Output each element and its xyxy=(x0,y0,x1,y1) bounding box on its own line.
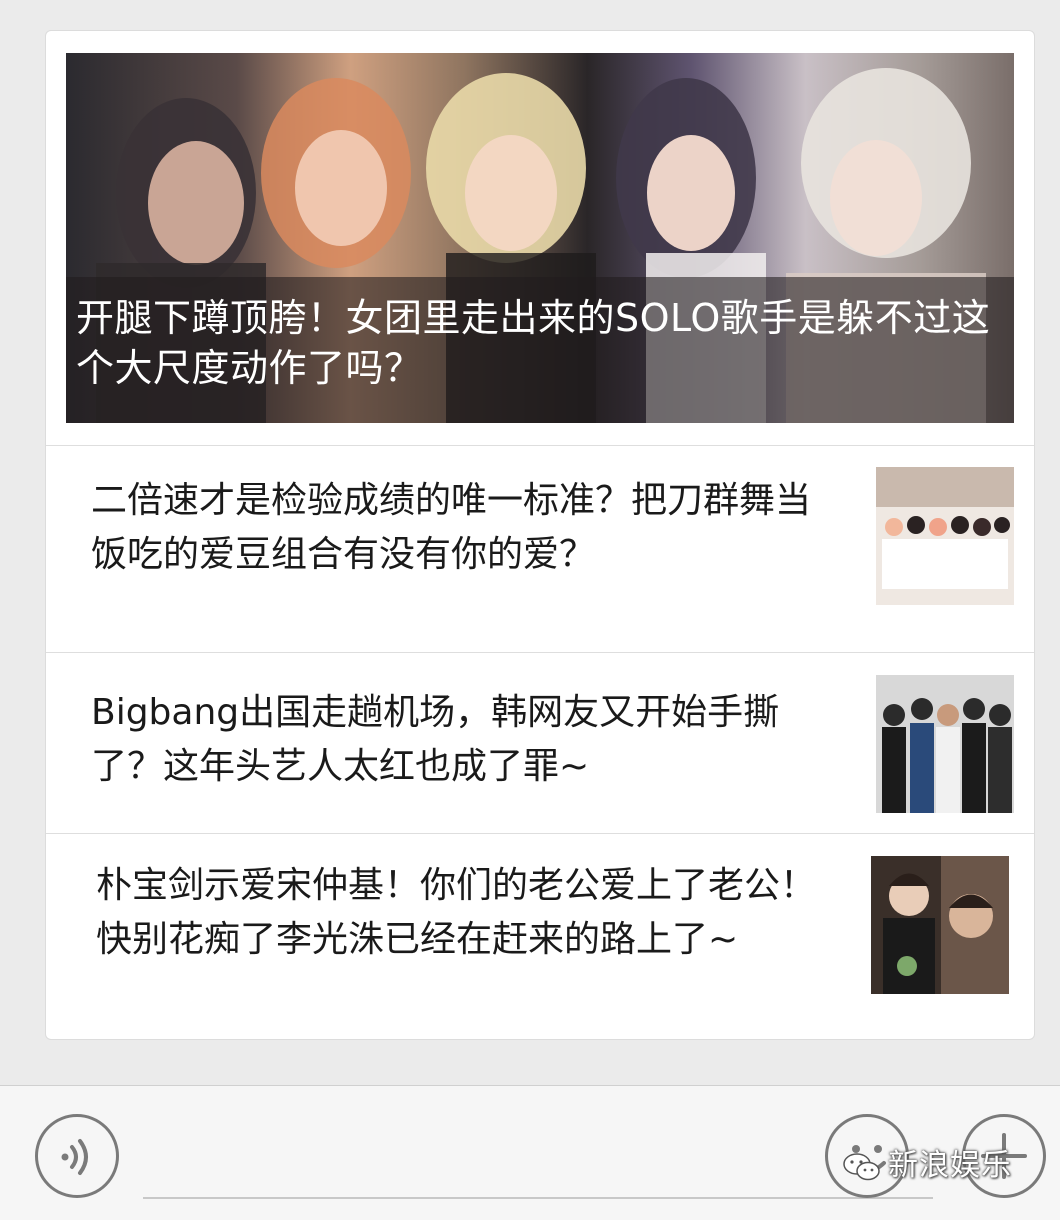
article-item[interactable]: Bigbang出国走趟机场，韩网友又开始手撕了？这年头艺人太红也成了罪~ xyxy=(46,653,1034,833)
news-card: 开腿下蹲顶胯！女团里走出来的SOLO歌手是躲不过这个大尺度动作了吗？ 二倍速才是… xyxy=(45,30,1035,1040)
article-title: 二倍速才是检验成绩的唯一标准？把刀群舞当饭吃的爱豆组合有没有你的爱？ xyxy=(91,480,812,575)
message-input[interactable] xyxy=(143,1197,933,1199)
article-title: Bigbang出国走趟机场，韩网友又开始手撕了？这年头艺人太红也成了罪~ xyxy=(91,692,780,787)
featured-article[interactable]: 开腿下蹲顶胯！女团里走出来的SOLO歌手是躲不过这个大尺度动作了吗？ xyxy=(66,53,1014,423)
watermark: 新浪娱乐 xyxy=(842,1148,1012,1184)
article-title: 朴宝剑示爱宋仲基！你们的老公爱上了老公！快别花痴了李光洙已经在赶来的路上了~ xyxy=(96,865,817,960)
wechat-logo-icon xyxy=(843,1152,880,1180)
chat-input-bar: 新浪娱乐 xyxy=(0,1085,1060,1220)
article-item[interactable]: 朴宝剑示爱宋仲基！你们的老公爱上了老公！快别花痴了李光洙已经在赶来的路上了~ xyxy=(46,834,1034,1039)
article-item[interactable]: 二倍速才是检验成绩的唯一标准？把刀群舞当饭吃的爱豆组合有没有你的爱？ xyxy=(46,446,1034,652)
voice-icon xyxy=(61,1139,88,1175)
watermark-text: 新浪娱乐 xyxy=(888,1148,1012,1183)
article-thumbnail xyxy=(871,856,1009,994)
article-thumbnail xyxy=(876,675,1014,813)
article-thumbnail xyxy=(876,467,1014,605)
featured-article-title: 开腿下蹲顶胯！女团里走出来的SOLO歌手是躲不过这个大尺度动作了吗？ xyxy=(66,277,1014,423)
voice-button[interactable] xyxy=(35,1114,119,1198)
